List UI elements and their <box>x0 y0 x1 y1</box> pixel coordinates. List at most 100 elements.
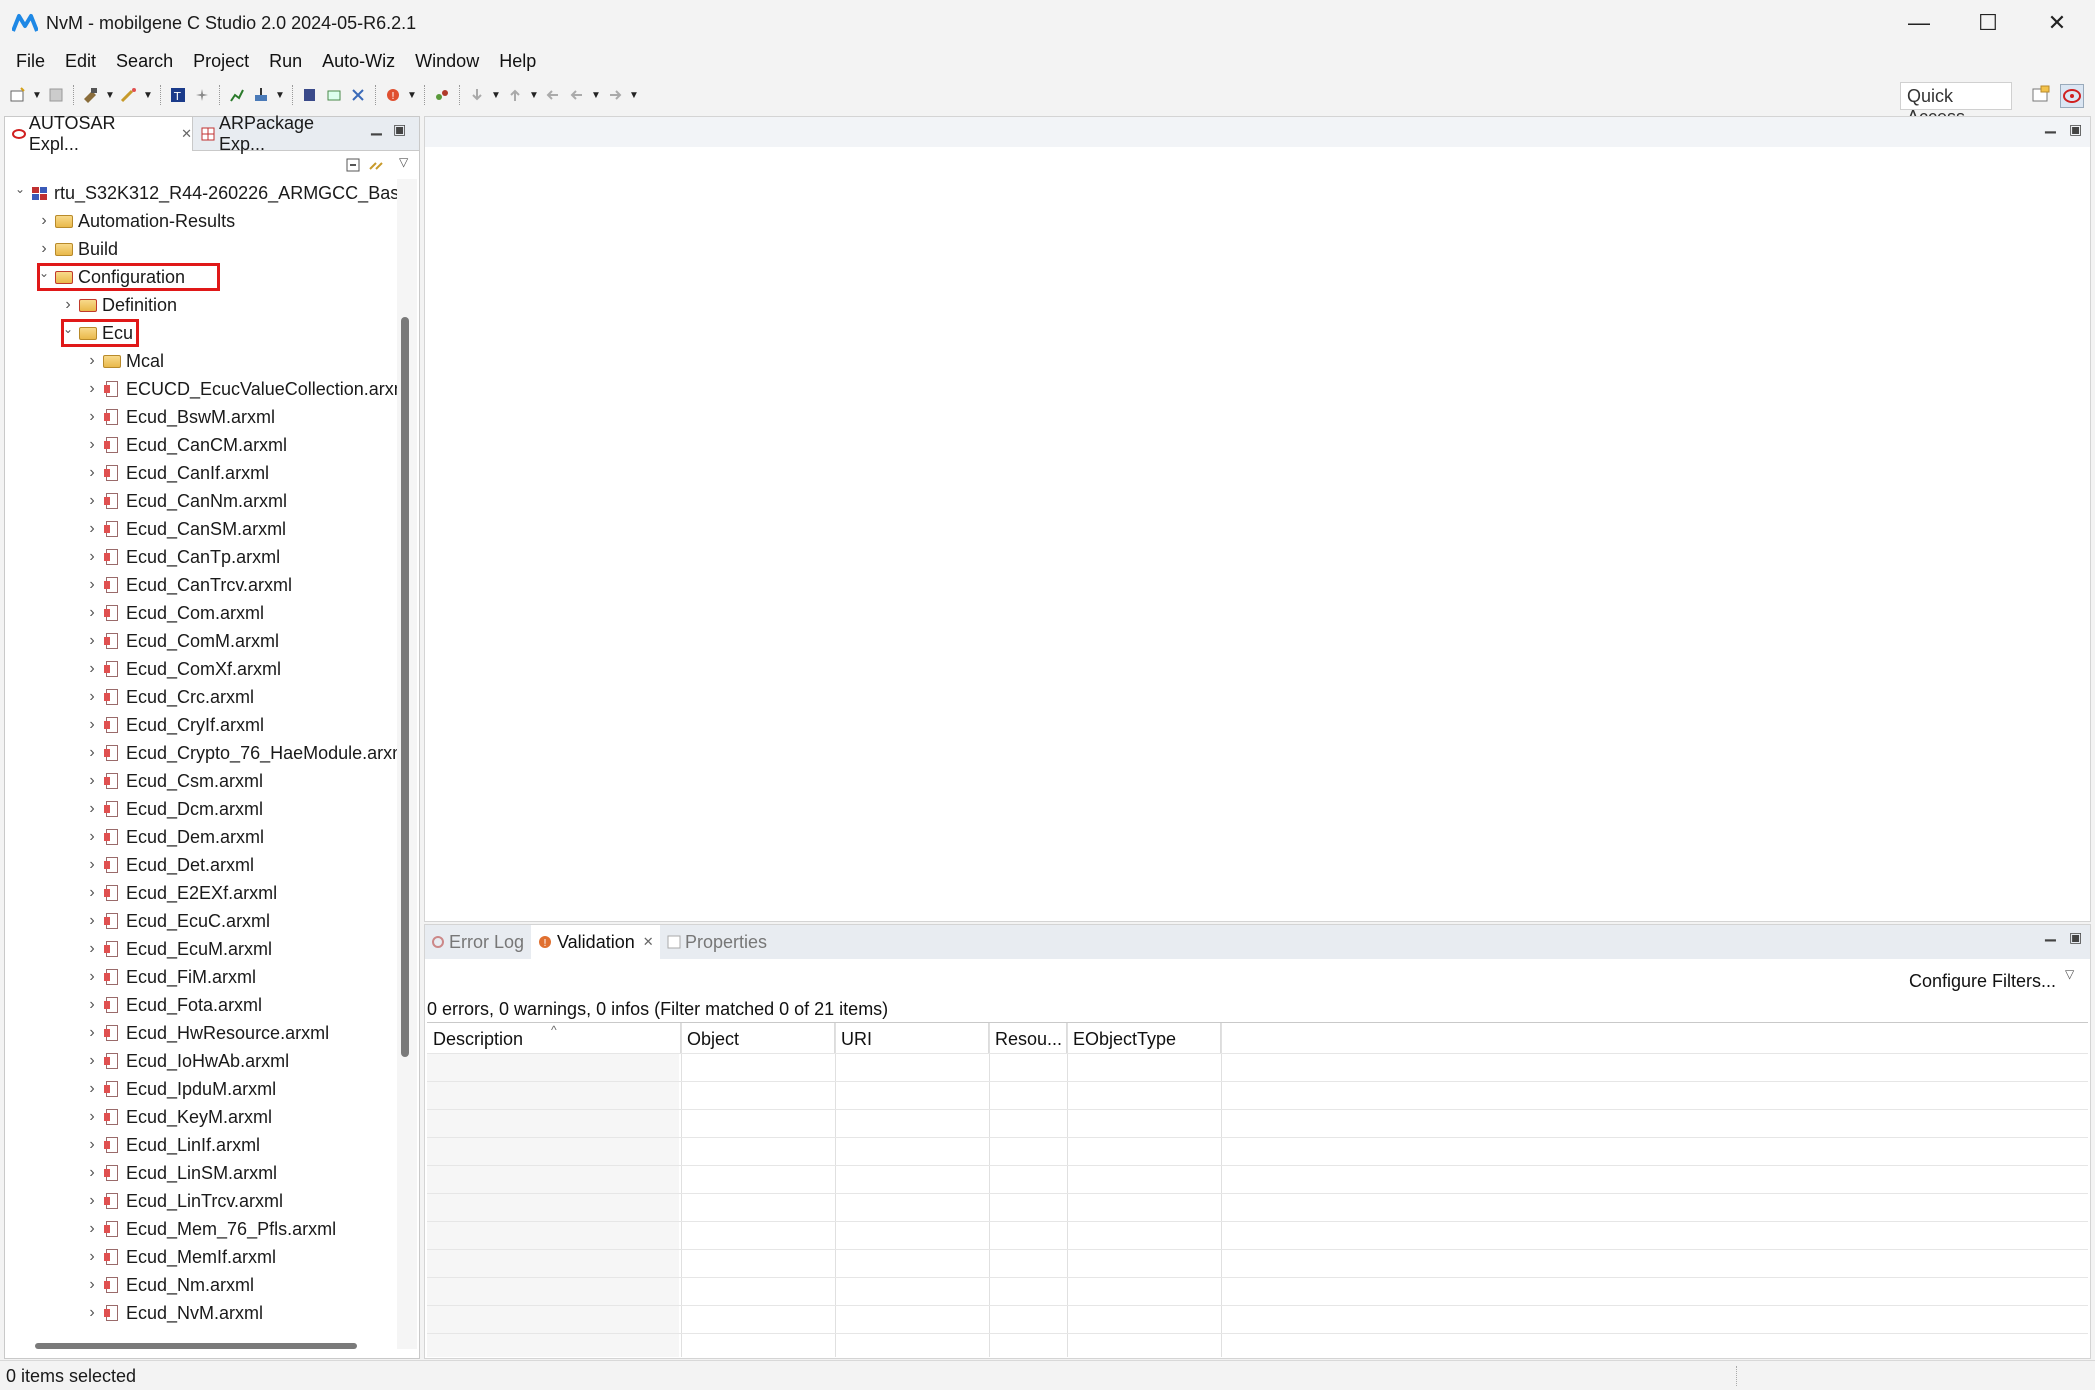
chevron-right-icon[interactable]: › <box>81 1080 103 1098</box>
configure-filters-link[interactable]: Configure Filters... <box>1909 971 2056 992</box>
tree-item[interactable]: › Ecud_Com.arxml <box>81 599 264 627</box>
chevron-right-icon[interactable]: › <box>81 940 103 958</box>
chevron-right-icon[interactable]: › <box>81 1304 103 1322</box>
tab-close-icon[interactable]: ✕ <box>181 126 192 142</box>
tab-close-icon[interactable]: ✕ <box>643 934 654 950</box>
menu-auto-wiz[interactable]: Auto-Wiz <box>312 51 405 72</box>
minimize-editor-icon[interactable]: ▁ <box>2045 117 2056 134</box>
minimize-panel-icon[interactable]: ▁ <box>2045 925 2056 942</box>
tree-item[interactable]: › Automation-Results <box>33 207 235 235</box>
save-icon[interactable] <box>46 85 66 105</box>
chevron-right-icon[interactable]: › <box>81 1136 103 1154</box>
link-icon[interactable] <box>432 85 452 105</box>
tree-item[interactable]: › Ecud_LinIf.arxml <box>81 1131 260 1159</box>
maximize-editor-icon[interactable]: ▣ <box>2069 121 2082 138</box>
tab-error-log[interactable]: Error Log <box>425 925 530 959</box>
menu-file[interactable]: File <box>6 51 55 72</box>
tree-item[interactable]: › Ecud_Mem_76_Pfls.arxml <box>81 1215 336 1243</box>
prev-annotation-icon[interactable] <box>505 85 525 105</box>
back-dropdown-icon[interactable]: ▼ <box>591 90 601 101</box>
tree-item[interactable]: › Ecud_IpduM.arxml <box>81 1075 276 1103</box>
tree-item[interactable]: › Ecud_EcuM.arxml <box>81 935 272 963</box>
chevron-right-icon[interactable]: › <box>81 1108 103 1126</box>
tree-item[interactable]: › Ecud_CanNm.arxml <box>81 487 287 515</box>
sparkle-icon[interactable] <box>192 85 212 105</box>
tree-item[interactable]: › Ecud_Crypto_76_HaeModule.arxml <box>81 739 397 767</box>
tab-arpackage-explorer[interactable]: ARPackage Exp... <box>195 113 365 154</box>
tree-item[interactable]: ⌄ rtu_S32K312_R44-260226_ARMGCC_Base <box>9 179 397 207</box>
tree-item[interactable]: › Ecud_LinSM.arxml <box>81 1159 277 1187</box>
type-icon[interactable]: T <box>168 85 188 105</box>
close-button[interactable]: ✕ <box>2026 0 2088 46</box>
tree-item[interactable]: › Ecud_ComM.arxml <box>81 627 279 655</box>
maximize-view-icon[interactable]: ▣ <box>393 121 406 138</box>
build-icon[interactable] <box>81 85 101 105</box>
import-dropdown-icon[interactable]: ▼ <box>275 90 285 101</box>
chevron-right-icon[interactable]: › <box>81 576 103 594</box>
tree-item[interactable]: › Ecud_HwResource.arxml <box>81 1019 329 1047</box>
chevron-right-icon[interactable]: › <box>81 800 103 818</box>
new-dropdown-icon[interactable]: ▼ <box>32 90 42 101</box>
tree-item[interactable]: › Ecud_Det.arxml <box>81 851 254 879</box>
maximize-panel-icon[interactable]: ▣ <box>2069 929 2082 946</box>
view-menu-icon[interactable]: ▽ <box>399 155 408 169</box>
chevron-right-icon[interactable]: › <box>33 212 55 230</box>
tree-item[interactable]: › Ecud_CryIf.arxml <box>81 711 264 739</box>
chevron-right-icon[interactable]: › <box>81 968 103 986</box>
column-header-description[interactable]: Description ^ <box>427 1023 681 1053</box>
minimize-button[interactable]: — <box>1888 0 1950 46</box>
tree-item[interactable]: › Ecud_NvM.arxml <box>81 1299 263 1327</box>
chevron-right-icon[interactable]: › <box>81 1164 103 1182</box>
chevron-right-icon[interactable]: › <box>81 436 103 454</box>
chevron-right-icon[interactable]: › <box>81 1248 103 1266</box>
tab-autosar-explorer[interactable]: AUTOSAR Expl... ✕ <box>5 113 193 154</box>
import-icon[interactable] <box>251 85 271 105</box>
filter-menu-icon[interactable]: ▽ <box>2065 967 2074 981</box>
tree-item[interactable]: › Ecud_CanTp.arxml <box>81 543 280 571</box>
tree-vertical-scrollbar[interactable] <box>401 317 409 1057</box>
column-header-resource[interactable]: Resou... <box>989 1023 1067 1053</box>
menu-window[interactable]: Window <box>405 51 489 72</box>
error-marker-icon[interactable]: ! <box>383 85 403 105</box>
chevron-right-icon[interactable]: › <box>33 240 55 258</box>
chevron-right-icon[interactable]: › <box>81 828 103 846</box>
tree-item[interactable]: › Ecud_MemIf.arxml <box>81 1243 276 1271</box>
menu-run[interactable]: Run <box>259 51 312 72</box>
tree-item[interactable]: › Ecud_Dem.arxml <box>81 823 264 851</box>
forward-dropdown-icon[interactable]: ▼ <box>629 90 639 101</box>
next-annotation-icon[interactable] <box>467 85 487 105</box>
tree-item[interactable]: › Ecud_IoHwAb.arxml <box>81 1047 289 1075</box>
wizard-icon[interactable] <box>119 85 139 105</box>
menu-search[interactable]: Search <box>106 51 183 72</box>
chevron-right-icon[interactable]: › <box>81 688 103 706</box>
chevron-right-icon[interactable]: › <box>81 632 103 650</box>
chevron-down-icon[interactable]: ⌄ <box>9 182 31 196</box>
quick-access-field[interactable]: Quick Access <box>1900 82 2012 127</box>
maximize-button[interactable]: ☐ <box>1957 0 2019 46</box>
chevron-right-icon[interactable]: › <box>81 380 103 398</box>
tree-item[interactable]: › Ecud_EcuC.arxml <box>81 907 270 935</box>
tree-item[interactable]: › Ecud_Nm.arxml <box>81 1271 254 1299</box>
prev-annotation-dropdown-icon[interactable]: ▼ <box>529 90 539 101</box>
chevron-right-icon[interactable]: › <box>81 716 103 734</box>
tree-item[interactable]: › Mcal <box>81 347 164 375</box>
tab-properties[interactable]: Properties <box>661 925 773 959</box>
chevron-right-icon[interactable]: › <box>81 464 103 482</box>
build-dropdown-icon[interactable]: ▼ <box>105 90 115 101</box>
chevron-right-icon[interactable]: › <box>81 1192 103 1210</box>
tree-item[interactable]: › Build <box>33 235 118 263</box>
chevron-right-icon[interactable]: › <box>81 996 103 1014</box>
tab-validation[interactable]: ! Validation ✕ <box>531 925 660 959</box>
tree-item[interactable]: › Ecud_BswM.arxml <box>81 403 275 431</box>
new-icon[interactable] <box>8 85 28 105</box>
open-perspective-icon[interactable] <box>2030 84 2052 106</box>
tree-item[interactable]: › Ecud_FiM.arxml <box>81 963 256 991</box>
tree-item[interactable]: › Ecud_CanTrcv.arxml <box>81 571 292 599</box>
chevron-right-icon[interactable]: › <box>81 408 103 426</box>
link-with-editor-icon[interactable] <box>367 157 385 173</box>
frame-icon[interactable] <box>324 85 344 105</box>
tree-item[interactable]: › ECUCD_EcucValueCollection.arxml <box>81 375 397 403</box>
column-header-object[interactable]: Object <box>681 1023 835 1053</box>
chevron-right-icon[interactable]: › <box>81 912 103 930</box>
next-annotation-dropdown-icon[interactable]: ▼ <box>491 90 501 101</box>
